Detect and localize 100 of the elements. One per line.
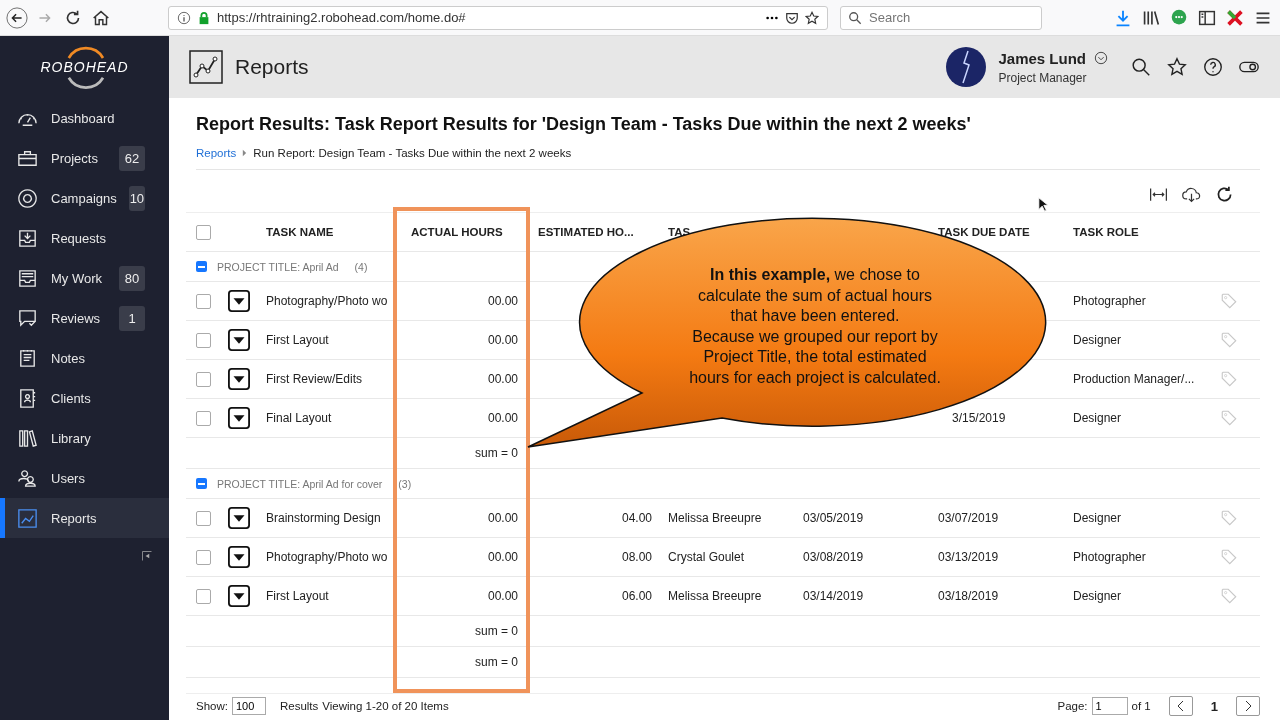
user-name[interactable]: James Lund xyxy=(998,49,1086,67)
table-cell: 03/05/2019 xyxy=(803,511,864,525)
table-cell: 06.00 xyxy=(621,589,652,603)
table-cell: Designer xyxy=(1073,511,1122,525)
collapse-toggle[interactable] xyxy=(196,478,207,489)
sidebar-item[interactable]: Reports xyxy=(0,498,169,538)
page-label: Page: xyxy=(1057,700,1088,712)
dropdown-icon[interactable] xyxy=(228,507,250,529)
group-label: PROJECT TITLE: April Ad xyxy=(217,260,339,273)
shield-icon[interactable] xyxy=(785,10,799,25)
sidebar-item[interactable]: Clients xyxy=(0,378,169,418)
chevron-down-icon[interactable] xyxy=(1094,51,1108,65)
table-cell: 00.00 xyxy=(487,550,518,564)
table-cell: 00.00 xyxy=(487,333,518,347)
table-cell: First Layout xyxy=(266,589,329,603)
sidebar-item[interactable]: Users xyxy=(0,458,169,498)
dropdown-icon[interactable] xyxy=(228,546,250,568)
table-cell: 00.00 xyxy=(487,511,518,525)
search-field[interactable]: Search xyxy=(840,5,1042,30)
sidebar-item[interactable]: My Work 80 xyxy=(0,258,169,298)
checkbox[interactable] xyxy=(196,371,211,387)
search-icon[interactable] xyxy=(1130,56,1152,78)
table-cell: 00.00 xyxy=(487,372,518,386)
sum-value: sum = 0 xyxy=(474,446,518,460)
address-bar[interactable]: https://rhtraining2.robohead.com/home.do# xyxy=(168,5,828,30)
sum-value: sum = 0 xyxy=(474,655,518,669)
user-role: Project Manager xyxy=(998,70,1088,85)
column-header[interactable]: TASK ROLE xyxy=(1073,226,1139,238)
results-label: Results xyxy=(279,700,319,712)
sidebar-item[interactable]: Notes xyxy=(0,338,169,378)
table-cell: Brainstorming Design xyxy=(266,511,381,525)
checkbox[interactable] xyxy=(196,410,211,426)
cursor-icon xyxy=(1038,197,1048,212)
callout-text: Because we grouped our report by Project Title, the total estimated hours for each project is calculated. xyxy=(688,326,942,388)
star-icon[interactable] xyxy=(1166,56,1188,78)
report-title: Report Results: Task Report Results for 'Design Team - Tasks Due within the next 2 weeks' xyxy=(196,114,972,135)
group-label: PROJECT TITLE: April Ad for cover xyxy=(217,477,383,490)
table-cell: 00.00 xyxy=(487,411,518,425)
group-count: (3) xyxy=(398,477,412,490)
page-field[interactable]: 1 xyxy=(1091,697,1128,715)
table-cell: Designer xyxy=(1073,411,1122,425)
star-icon[interactable] xyxy=(805,10,819,25)
column-header[interactable]: ESTIMATED HO... xyxy=(538,226,634,238)
previous-page-button[interactable] xyxy=(1168,696,1193,716)
sidebar-item[interactable]: Library xyxy=(0,418,169,458)
table-cell: 03/13/2019 xyxy=(938,550,999,564)
checkbox[interactable] xyxy=(196,588,211,604)
table-cell: 04.00 xyxy=(621,511,652,525)
sidebar-item[interactable]: Requests xyxy=(0,218,169,258)
table-cell: Photography/Photo wo xyxy=(266,550,388,564)
avatar[interactable] xyxy=(946,47,987,87)
next-page-button[interactable] xyxy=(1236,696,1260,716)
back-icon[interactable] xyxy=(6,6,28,29)
table-cell: 00.00 xyxy=(487,294,518,308)
table-cell: Final Layout xyxy=(266,411,332,425)
breadcrumb-link[interactable]: Reports xyxy=(196,147,237,159)
dropdown-icon[interactable] xyxy=(228,407,250,429)
checkbox[interactable] xyxy=(196,224,211,240)
table-cell: Photographer xyxy=(1073,294,1146,308)
table-cell: 08.00 xyxy=(621,550,652,564)
collapse-toggle[interactable] xyxy=(196,261,207,272)
checkbox[interactable] xyxy=(196,549,211,565)
table-cell: Designer xyxy=(1073,589,1122,603)
checkbox[interactable] xyxy=(196,510,211,526)
current-page[interactable]: 1 xyxy=(1210,698,1218,714)
callout-text: In this example, we chose to calculate the sum of actual hours that have been entered. xyxy=(697,265,933,326)
count-badge: 1 xyxy=(119,305,145,331)
dropdown-icon[interactable] xyxy=(228,290,250,312)
column-header[interactable]: TASK DUE DATE xyxy=(938,226,1030,238)
table-cell: Designer xyxy=(1073,333,1122,347)
table-cell: First Review/Edits xyxy=(266,372,363,386)
table-cell: Melissa Breeupre xyxy=(668,589,762,603)
show-label: Show: xyxy=(196,700,228,712)
logo-text: ROBOHEAD xyxy=(40,59,129,75)
dropdown-icon[interactable] xyxy=(228,329,250,351)
collapse-icon[interactable] xyxy=(141,550,153,562)
table-cell: First Layout xyxy=(266,333,329,347)
dropdown-icon[interactable] xyxy=(228,368,250,390)
breadcrumb-current: Run Report: Design Team - Tasks Due within the next 2 weeks xyxy=(253,147,572,159)
sum-value: sum = 0 xyxy=(474,624,518,638)
column-header[interactable]: TASK NAME xyxy=(266,226,334,238)
sidebar-item[interactable]: Campaigns 10 xyxy=(0,178,169,218)
table-cell: 03/07/2019 xyxy=(938,511,999,525)
sidebar-item[interactable]: Reviews 1 xyxy=(0,298,169,338)
page-title: Reports xyxy=(235,55,309,79)
table-cell: Crystal Goulet xyxy=(668,550,745,564)
url-text: https://rhtraining2.robohead.com/home.do# xyxy=(217,10,467,25)
checkbox[interactable] xyxy=(196,293,211,309)
help-icon[interactable] xyxy=(1202,56,1224,78)
column-header[interactable]: ACTUAL HOURS xyxy=(411,226,503,238)
checkbox[interactable] xyxy=(196,332,211,348)
dropdown-icon[interactable] xyxy=(228,585,250,607)
page-size-field[interactable]: 100 xyxy=(231,697,266,715)
table-cell: 3/15/2019 xyxy=(952,411,1006,425)
table-cell: 03/14/2019 xyxy=(803,589,864,603)
sidebar-item[interactable]: Dashboard xyxy=(0,98,169,138)
table-cell: Melissa Breeupre xyxy=(668,511,762,525)
count-badge: 10 xyxy=(128,185,145,211)
sidebar-item[interactable]: Projects 62 xyxy=(0,138,169,178)
results-summary: Viewing 1-20 of 20 Items xyxy=(322,700,449,712)
